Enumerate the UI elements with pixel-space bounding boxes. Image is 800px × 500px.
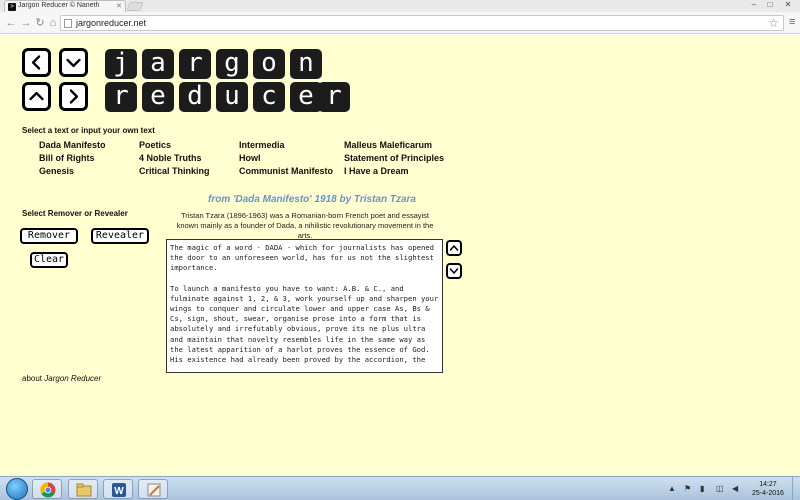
text-link-poetics[interactable]: Poetics	[139, 140, 171, 150]
left-arrow-key[interactable]	[22, 48, 51, 77]
text-link-critical-thinking[interactable]: Critical Thinking	[139, 166, 210, 176]
scroll-up-button[interactable]	[446, 240, 462, 256]
clock-time: 14:27	[759, 481, 777, 488]
taskbar: W ▲ ⚑ ▮ ◫ ◀ 14:27 25-4-2016	[0, 476, 800, 500]
remover-revealer-label: Select Remover or Revealer	[22, 209, 128, 218]
text-link-howl[interactable]: Howl	[239, 153, 261, 163]
logo-tile: e	[142, 82, 174, 112]
down-arrow-key[interactable]	[59, 48, 88, 77]
address-bar[interactable]: jargonreducer.net ☆	[60, 15, 784, 31]
jargon-reducer-favicon-icon: >	[8, 3, 16, 11]
chrome-menu-icon[interactable]: ≡	[789, 16, 795, 28]
browser-titlebar: > Jargon Reducer © Naneth ✕ – □ ✕	[0, 0, 800, 12]
logo-tile: r	[179, 49, 211, 79]
source-heading: from 'Dada Manifesto' 1918 by Tristan Tz…	[208, 194, 416, 205]
select-text-label: Select a text or input your own text	[22, 126, 155, 135]
text-paragraph: The magic of a word - DADA - which for j…	[170, 243, 434, 273]
logo-tile: n	[290, 49, 322, 79]
bookmark-star-icon[interactable]: ☆	[768, 16, 779, 30]
author-bio: Tristan Tzara (1896-1963) was a Romanian…	[176, 211, 434, 240]
page-icon	[64, 19, 72, 28]
up-arrow-key[interactable]	[22, 82, 51, 111]
text-link-intermedia[interactable]: Intermedia	[239, 140, 285, 150]
word-icon: W	[112, 483, 126, 497]
chevron-up-icon	[29, 91, 44, 101]
text-display-area[interactable]: The magic of a word - DADA - which for j…	[166, 239, 443, 373]
logo-tile: o	[253, 49, 285, 79]
source-suffix: ' 1918 by Tristan Tzara	[309, 194, 416, 205]
url-text: jargonreducer.net	[76, 18, 147, 28]
text-link-i-have-a-dream[interactable]: I Have a Dream	[344, 166, 409, 176]
about-prefix: about	[22, 374, 45, 383]
clock-date: 25-4-2016	[752, 490, 784, 497]
source-prefix: from '	[208, 194, 236, 205]
battery-icon[interactable]: ▮	[700, 484, 704, 493]
clock[interactable]: 14:27 25-4-2016	[752, 480, 784, 498]
maximize-icon[interactable]: □	[762, 0, 778, 10]
source-title: Dada Manifesto	[235, 194, 310, 205]
word-taskbar-button[interactable]: W	[103, 479, 133, 499]
text-link-dada-manifesto[interactable]: Dada Manifesto	[39, 140, 106, 150]
logo-tile: c	[253, 82, 285, 112]
logo-tile: j	[105, 49, 137, 79]
browser-tab[interactable]: > Jargon Reducer © Naneth ✕	[4, 0, 126, 12]
start-button[interactable]	[6, 478, 28, 500]
reload-icon[interactable]: ↻	[33, 16, 47, 30]
volume-icon[interactable]: ◀	[732, 484, 738, 493]
text-link-statement-of-principles[interactable]: Statement of Principles	[344, 153, 444, 163]
scroll-down-button[interactable]	[446, 263, 462, 279]
home-icon[interactable]: ⌂	[46, 16, 60, 30]
chevron-down-icon	[66, 58, 81, 68]
chrome-taskbar-button[interactable]	[32, 479, 62, 499]
svg-text:W: W	[114, 486, 124, 497]
close-window-icon[interactable]: ✕	[778, 0, 798, 10]
clear-button[interactable]: Clear	[30, 252, 68, 268]
about-name: Jargon Reducer	[44, 374, 102, 383]
paint-icon	[147, 483, 161, 497]
flag-icon[interactable]: ⚑	[684, 484, 691, 493]
logo-tile: r	[318, 82, 350, 112]
logo-tile: u	[216, 82, 248, 112]
right-arrow-key[interactable]	[59, 82, 88, 111]
tray-arrow-icon[interactable]: ▲	[668, 484, 676, 493]
text-link-4-noble-truths[interactable]: 4 Noble Truths	[139, 153, 202, 163]
back-arrow-icon[interactable]: ←	[4, 16, 18, 30]
chevron-down-icon	[449, 268, 459, 274]
new-tab-button[interactable]	[126, 2, 144, 11]
paint-taskbar-button[interactable]	[138, 479, 168, 499]
text-link-communist-manifesto[interactable]: Communist Manifesto	[239, 166, 333, 176]
browser-toolbar: ← → ↻ ⌂ jargonreducer.net ☆	[0, 12, 800, 34]
logo-tile: g	[216, 49, 248, 79]
logo-tile: a	[142, 49, 174, 79]
logo-tile: d	[179, 82, 211, 112]
logo-tile: r	[105, 82, 137, 112]
chevron-right-icon	[69, 89, 79, 104]
chevron-left-icon	[31, 55, 41, 70]
chrome-icon	[40, 482, 56, 498]
minimize-icon[interactable]: –	[746, 0, 762, 10]
text-paragraph: To launch a manifesto you have to want: …	[170, 283, 439, 365]
folder-icon	[76, 483, 92, 497]
tab-title: Jargon Reducer © Naneth	[18, 2, 100, 9]
file-explorer-taskbar-button[interactable]	[68, 479, 98, 499]
remover-button[interactable]: Remover	[20, 228, 78, 244]
revealer-button[interactable]: Revealer	[91, 228, 149, 244]
forward-arrow-icon[interactable]: →	[19, 16, 33, 30]
chevron-up-icon	[449, 245, 459, 251]
text-link-bill-of-rights[interactable]: Bill of Rights	[39, 153, 95, 163]
text-link-malleus-maleficarum[interactable]: Malleus Maleficarum	[344, 140, 432, 150]
about-link[interactable]: about Jargon Reducer	[22, 374, 101, 383]
close-tab-icon[interactable]: ✕	[116, 2, 122, 10]
text-link-genesis[interactable]: Genesis	[39, 166, 74, 176]
show-desktop-button[interactable]	[792, 477, 800, 500]
page-body: j a r g o n r e d u c e r Select a text …	[0, 35, 800, 476]
network-icon[interactable]: ◫	[716, 484, 724, 493]
